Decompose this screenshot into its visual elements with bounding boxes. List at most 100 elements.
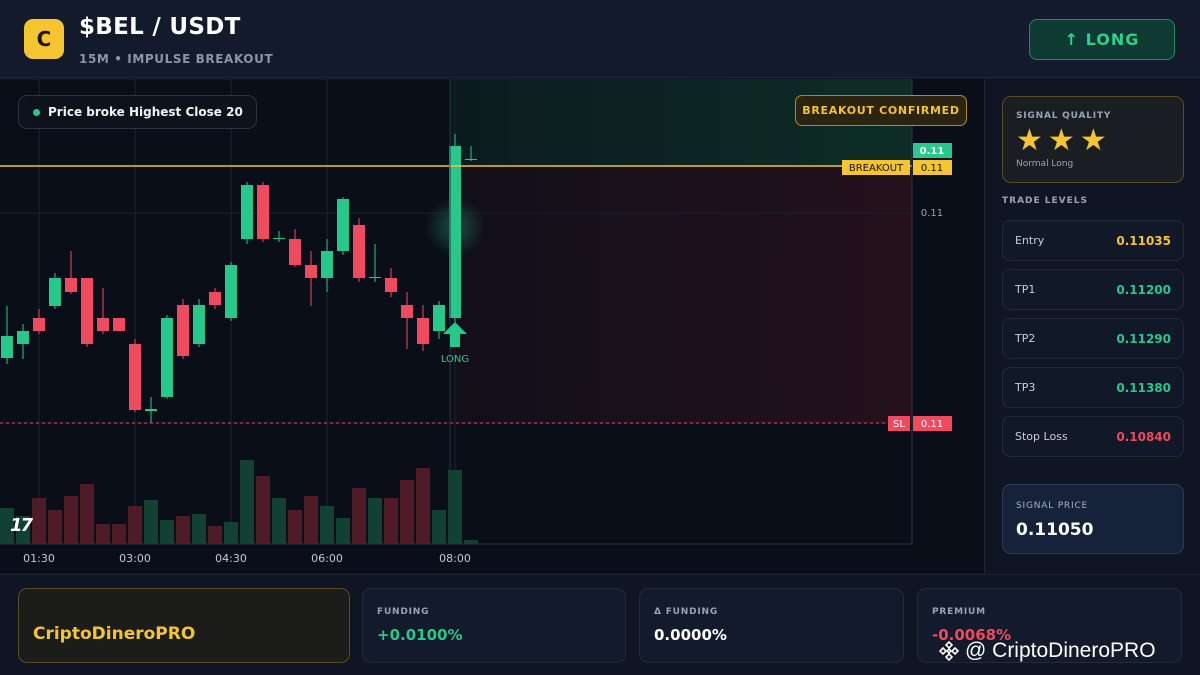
signal-quality-type: Normal Long bbox=[1016, 159, 1074, 169]
candle-body bbox=[209, 292, 221, 305]
header: C $BEL / USDT 15M • IMPULSE BREAKOUT ↑ L… bbox=[0, 0, 1200, 78]
candle-body bbox=[385, 278, 397, 292]
candle-body bbox=[129, 344, 141, 410]
time-tick-label: 03:00 bbox=[119, 552, 151, 565]
star-icon: ★ bbox=[1016, 123, 1043, 158]
level-tp3: TP3 0.11380 bbox=[1002, 367, 1184, 408]
candle-body bbox=[17, 331, 29, 344]
candles bbox=[1, 134, 477, 423]
candle-body bbox=[337, 199, 349, 251]
watermark-text: @ CriptoDineroPRO bbox=[965, 639, 1156, 662]
stat-label: FUNDING bbox=[377, 607, 430, 617]
signal-quality-label: SIGNAL QUALITY bbox=[1016, 111, 1112, 121]
volume-bar bbox=[240, 460, 254, 544]
signal-price-value: 0.11050 bbox=[1016, 520, 1094, 540]
price-chart[interactable]: LONG 0.11 BREAKOUT 0.11 0.11 SL 0.11 01:… bbox=[0, 79, 985, 573]
volume-bar bbox=[400, 480, 414, 544]
time-tick-label: 04:30 bbox=[215, 552, 247, 565]
level-name: Stop Loss bbox=[1015, 430, 1068, 443]
timeframe-subtitle: 15M • IMPULSE BREAKOUT bbox=[79, 52, 274, 66]
time-tick-label: 01:30 bbox=[23, 552, 55, 565]
volume-bar bbox=[336, 518, 350, 544]
status-dot-icon bbox=[33, 108, 40, 116]
candle-body bbox=[257, 185, 269, 239]
axis-price-label: 0.11 bbox=[921, 208, 943, 219]
volume-bar bbox=[288, 510, 302, 544]
volume-bar bbox=[192, 514, 206, 544]
candle-body bbox=[177, 305, 189, 356]
candle-body bbox=[49, 278, 61, 306]
signal-marker-label: LONG bbox=[441, 354, 469, 365]
svg-text:SL: SL bbox=[893, 419, 905, 430]
candle-body bbox=[113, 318, 125, 331]
volume-bar bbox=[48, 510, 62, 544]
binance-logo-icon bbox=[938, 640, 960, 662]
volume-bar bbox=[304, 496, 318, 544]
signal-glow bbox=[425, 197, 485, 257]
time-axis: 01:30 03:00 04:30 06:00 08:00 bbox=[23, 552, 471, 565]
level-stop-loss: Stop Loss 0.10840 bbox=[1002, 416, 1184, 457]
stat-value: 0.0000% bbox=[654, 626, 727, 644]
breakout-confirmed-badge: BREAKOUT CONFIRMED bbox=[795, 95, 967, 126]
volume-bar bbox=[432, 510, 446, 544]
candle-body bbox=[353, 225, 365, 278]
candle-body bbox=[289, 239, 301, 265]
candle-body bbox=[145, 409, 157, 411]
brand-name: CriptoDineroPRO bbox=[33, 624, 196, 644]
signal-price-card: SIGNAL PRICE 0.11050 bbox=[1002, 484, 1184, 554]
volume-bar bbox=[128, 506, 142, 544]
funding-card: FUNDING +0.0100% bbox=[362, 588, 626, 663]
level-value: 0.11200 bbox=[1116, 282, 1171, 297]
candle-body bbox=[321, 251, 333, 278]
level-name: TP2 bbox=[1015, 332, 1036, 345]
star-icon: ★ bbox=[1079, 123, 1107, 158]
volume-bar bbox=[160, 520, 174, 544]
volume-bar bbox=[464, 540, 478, 544]
signal-price-label: SIGNAL PRICE bbox=[1016, 501, 1089, 511]
time-tick-label: 06:00 bbox=[311, 552, 343, 565]
candle-body bbox=[161, 318, 173, 397]
candle-body bbox=[417, 318, 429, 344]
candle-body bbox=[193, 305, 205, 344]
candle-body bbox=[97, 318, 109, 331]
level-name: Entry bbox=[1015, 234, 1045, 247]
level-name: TP1 bbox=[1015, 283, 1036, 296]
candle-body bbox=[273, 238, 285, 239]
coin-logo: C bbox=[24, 19, 64, 59]
trade-levels-title: TRADE LEVELS bbox=[1002, 196, 1088, 206]
candle-body bbox=[33, 318, 45, 331]
volume-bar bbox=[272, 498, 286, 544]
candle-body bbox=[465, 159, 477, 160]
stat-label: PREMIUM bbox=[932, 607, 986, 617]
level-value: 0.11290 bbox=[1116, 331, 1171, 346]
level-value: 0.10840 bbox=[1116, 429, 1171, 444]
signal-quality-card: SIGNAL QUALITY ★ ★ ★ Normal Long bbox=[1002, 96, 1184, 183]
volume-bar bbox=[224, 522, 238, 544]
candle-body bbox=[1, 336, 13, 358]
quality-stars: ★ ★ ★ bbox=[1016, 124, 1107, 158]
long-signal-button[interactable]: ↑ LONG bbox=[1029, 19, 1175, 60]
volume-bar bbox=[384, 498, 398, 544]
volume-bar bbox=[112, 524, 126, 544]
svg-text:BREAKOUT: BREAKOUT bbox=[849, 163, 904, 174]
candle-body bbox=[225, 265, 237, 318]
delta-funding-card: Δ FUNDING 0.0000% bbox=[639, 588, 904, 663]
volume-bars bbox=[0, 460, 478, 544]
footer-bar: CriptoDineroPRO FUNDING +0.0100% Δ FUNDI… bbox=[0, 574, 1200, 675]
chart-canvas[interactable]: LONG 0.11 BREAKOUT 0.11 0.11 SL 0.11 01:… bbox=[0, 79, 985, 573]
volume-bar bbox=[176, 516, 190, 544]
watermark: @ CriptoDineroPRO bbox=[938, 639, 1156, 663]
volume-bar bbox=[80, 484, 94, 544]
level-value: 0.11035 bbox=[1116, 233, 1171, 248]
volume-bar bbox=[320, 506, 334, 544]
volume-bar bbox=[368, 498, 382, 544]
candle-body bbox=[241, 185, 253, 239]
volume-bar bbox=[96, 524, 110, 544]
volume-bar bbox=[416, 468, 430, 544]
candle-body bbox=[305, 265, 317, 278]
stat-label: Δ FUNDING bbox=[654, 607, 719, 617]
brand-card: CriptoDineroPRO bbox=[18, 588, 350, 663]
signal-sidebar: SIGNAL QUALITY ★ ★ ★ Normal Long TRADE LEV… bbox=[986, 79, 1200, 573]
candle-body bbox=[369, 277, 381, 278]
volume-bar bbox=[208, 526, 222, 544]
